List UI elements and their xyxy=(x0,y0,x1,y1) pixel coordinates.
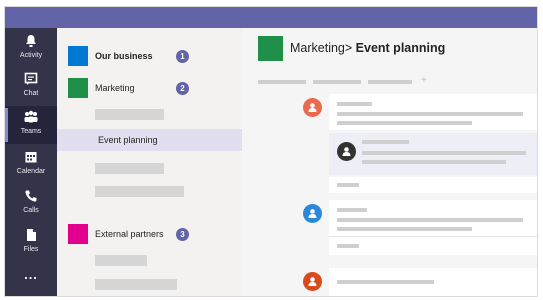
team-badge-2: 2 xyxy=(176,81,189,95)
title-channel: Event planning xyxy=(355,41,446,55)
teams-icon xyxy=(23,109,39,125)
phone-icon xyxy=(23,188,39,204)
rail-more-button[interactable]: ... xyxy=(5,264,57,296)
rail-calls[interactable]: Calls xyxy=(5,185,57,223)
add-tab-button[interactable]: + xyxy=(421,75,427,86)
title-bar xyxy=(5,7,537,28)
avatar[interactable] xyxy=(337,142,356,161)
reply-author xyxy=(362,140,409,144)
message-line xyxy=(337,121,472,125)
title-team: Marketing> xyxy=(290,41,353,55)
team-marketing[interactable]: Marketing 2 xyxy=(57,75,242,101)
page-title: Marketing> Event planning xyxy=(290,41,445,55)
channel-placeholder[interactable] xyxy=(95,279,177,290)
message-card[interactable] xyxy=(329,94,537,130)
channel-placeholder[interactable] xyxy=(95,186,184,197)
rail-label-calls: Calls xyxy=(23,207,39,214)
message-card[interactable] xyxy=(329,268,537,296)
message-line xyxy=(337,227,472,231)
reply-box[interactable] xyxy=(329,177,537,193)
chat-icon xyxy=(23,71,39,87)
team-name-our-business: Our business xyxy=(95,51,153,61)
message-card[interactable] xyxy=(329,200,537,236)
reply-label xyxy=(337,244,359,248)
tab-wiki[interactable] xyxy=(368,80,412,84)
avatar[interactable] xyxy=(303,272,322,291)
team-avatar-our-business xyxy=(68,46,88,66)
rail-chat[interactable]: Chat xyxy=(5,68,57,106)
rail-label-files: Files xyxy=(23,246,39,253)
person-icon xyxy=(308,209,317,218)
rail-label-activity: Activity xyxy=(19,52,43,59)
rail-activity[interactable]: Activity xyxy=(5,30,57,68)
rail-label-calendar: Calendar xyxy=(16,168,46,175)
tab-files[interactable] xyxy=(313,80,361,84)
message-line xyxy=(337,218,523,222)
tab-posts[interactable] xyxy=(258,80,306,84)
team-external-partners[interactable]: External partners 3 xyxy=(57,221,242,247)
team-badge-3: 3 xyxy=(176,227,189,241)
team-avatar-external-partners xyxy=(68,224,88,244)
teams-list: Our business 1 Marketing 2 Event plannin… xyxy=(57,28,242,296)
app-rail: Activity Chat Teams Calendar Calls Files… xyxy=(5,28,57,296)
rail-label-teams: Teams xyxy=(20,128,42,135)
channel-main: Marketing> Event planning + xyxy=(242,28,537,296)
more-icon: ... xyxy=(24,267,38,282)
person-icon xyxy=(342,147,351,156)
header-team-avatar xyxy=(258,36,283,61)
rail-label-chat: Chat xyxy=(23,90,39,97)
channel-placeholder[interactable] xyxy=(95,255,147,266)
team-name-marketing: Marketing xyxy=(95,83,135,93)
bell-icon xyxy=(23,33,39,49)
file-icon xyxy=(23,227,39,243)
channel-placeholder[interactable] xyxy=(95,109,164,120)
reply-box[interactable] xyxy=(329,237,537,255)
person-icon xyxy=(308,277,317,286)
message-line xyxy=(337,280,434,284)
team-avatar-marketing xyxy=(68,78,88,98)
team-name-external-partners: External partners xyxy=(95,229,164,239)
reply-line xyxy=(362,160,506,164)
avatar[interactable] xyxy=(303,204,322,223)
calendar-icon xyxy=(23,149,39,165)
rail-files[interactable]: Files xyxy=(5,224,57,262)
rail-teams[interactable]: Teams xyxy=(5,106,57,144)
channel-name: Event planning xyxy=(98,135,158,145)
person-icon xyxy=(308,103,317,112)
message-author xyxy=(337,102,372,106)
message-author xyxy=(337,208,367,212)
channel-event-planning[interactable]: Event planning xyxy=(57,129,242,151)
channel-placeholder[interactable] xyxy=(95,163,164,174)
rail-calendar[interactable]: Calendar xyxy=(5,146,57,184)
team-our-business[interactable]: Our business 1 xyxy=(57,43,242,69)
team-badge-1: 1 xyxy=(176,49,189,63)
channel-header: Marketing> Event planning xyxy=(242,28,537,68)
reply-card-highlighted[interactable] xyxy=(329,133,537,175)
avatar[interactable] xyxy=(303,98,322,117)
reply-label xyxy=(337,183,359,187)
teams-app-window: Activity Chat Teams Calendar Calls Files… xyxy=(4,6,538,297)
reply-line xyxy=(362,151,526,155)
message-line xyxy=(337,112,523,116)
